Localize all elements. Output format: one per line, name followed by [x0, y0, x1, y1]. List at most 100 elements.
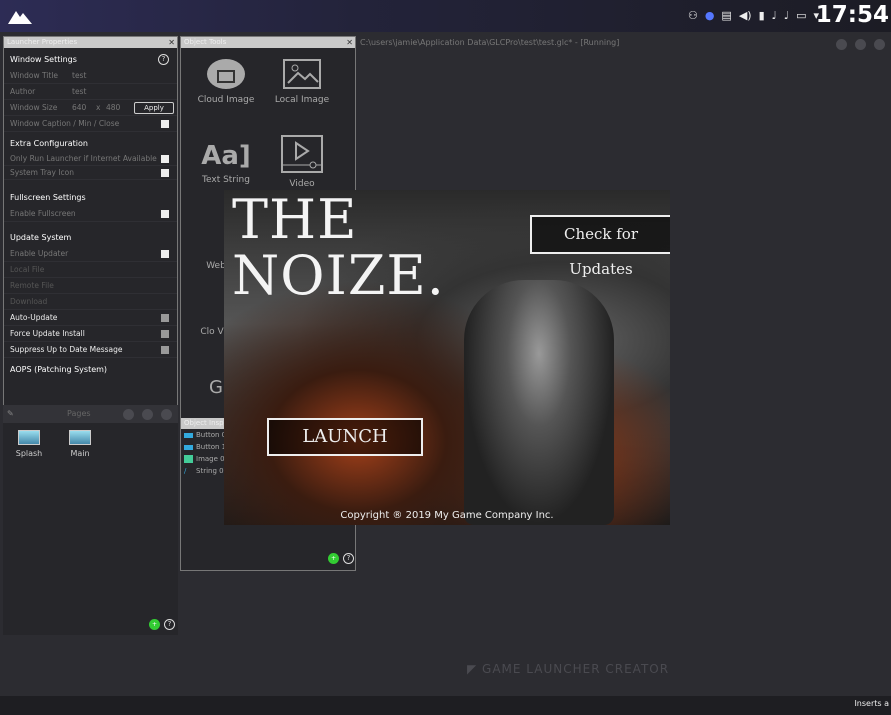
page-action-button[interactable] [161, 409, 172, 420]
local-file-field[interactable]: Local File [4, 262, 177, 278]
clock[interactable]: 17:54 [816, 2, 889, 28]
minimize-button[interactable] [836, 39, 847, 50]
volume-icon[interactable]: ◀) [739, 9, 752, 22]
add-icon[interactable]: + [328, 553, 339, 564]
tool-label: Local Image [274, 95, 330, 105]
download-field[interactable]: Download [4, 294, 177, 310]
item-label: Button 0 [196, 431, 227, 439]
pages-title: Pages [67, 409, 91, 418]
launcher-preview: THE NOIZE. Check for Updates LAUNCH Copyr… [224, 190, 670, 525]
apply-button[interactable]: Apply [134, 102, 174, 114]
tool-label: Cloud Image [197, 95, 255, 105]
add-icon[interactable]: + [149, 619, 160, 630]
auto-update-checkbox[interactable] [161, 314, 169, 322]
mic-icon[interactable]: ♩ [784, 9, 789, 22]
label: Enable Updater [10, 249, 69, 258]
value[interactable]: test [72, 68, 86, 84]
page-action-button[interactable] [142, 409, 153, 420]
label: Suppress Up to Date Message [10, 345, 123, 354]
force-update-checkbox[interactable] [161, 330, 169, 338]
suppress-checkbox[interactable] [161, 346, 169, 354]
label: Auto-Update [10, 313, 58, 322]
updater-checkbox[interactable] [161, 250, 169, 258]
launcher-properties-panel: Launcher Properties ✕ ? Window Settings W… [3, 36, 178, 406]
teams-icon[interactable]: ● [705, 9, 715, 22]
label: Enable Fullscreen [10, 209, 76, 218]
label: Only Run Launcher if Internet Available [10, 154, 157, 163]
tool-text-string[interactable]: Aa] Text String [191, 141, 261, 185]
width-input[interactable]: 640 [72, 100, 86, 116]
label: Local File [10, 265, 45, 274]
page-action-button[interactable] [123, 409, 134, 420]
value[interactable]: test [72, 84, 86, 100]
section-heading: Extra Configuration [10, 139, 88, 148]
cloud-image-icon [207, 59, 245, 89]
monitor-icon [69, 430, 91, 445]
tool-local-image[interactable]: Local Image [267, 59, 337, 105]
string-icon: / [184, 467, 187, 475]
check-updates-button[interactable]: Check for Updates [530, 215, 670, 278]
page-label: Splash [15, 449, 43, 458]
label: Window Size [10, 103, 58, 112]
close-icon[interactable]: ✕ [168, 37, 175, 48]
text-string-icon: Aa] [201, 141, 251, 171]
button-icon [184, 432, 193, 438]
caption-checkbox[interactable] [161, 120, 169, 128]
help-icon[interactable]: ? [343, 553, 354, 564]
tray-row: System Tray Icon [4, 166, 177, 180]
clipboard-icon[interactable]: ▤ [721, 9, 731, 22]
video-icon [281, 135, 323, 173]
image-icon [184, 455, 193, 463]
title-line: NOIZE. [232, 244, 445, 307]
panel-title: Object Tools [184, 38, 227, 46]
section-heading: AOPS (Patching System) [10, 365, 108, 374]
storage-icon[interactable]: ▮ [759, 9, 765, 22]
pin-icon[interactable]: ✎ [7, 405, 14, 423]
tool-video[interactable]: Video [267, 135, 337, 189]
maximize-button[interactable] [855, 39, 866, 50]
local-image-icon [283, 59, 321, 89]
page-item-splash[interactable]: Splash [9, 430, 49, 458]
tool-cloud-image[interactable]: Cloud Image [191, 57, 261, 105]
display-icon[interactable]: ▭ [796, 9, 806, 22]
close-button[interactable] [874, 39, 885, 50]
system-tray: ⚇ ● ▤ ◀) ▮ ♩ ♩ ▭ ▾ [688, 9, 819, 22]
monitor-icon [18, 430, 40, 445]
panel-title-bar[interactable]: Object Tools ✕ [181, 37, 355, 48]
app-logo-icon[interactable] [8, 8, 32, 24]
help-icon[interactable]: ? [164, 619, 175, 630]
launch-button[interactable]: LAUNCH [267, 418, 423, 456]
mic-icon[interactable]: ♩ [772, 9, 777, 22]
force-update-row: Force Update Install [4, 326, 177, 342]
tray-checkbox[interactable] [161, 169, 169, 177]
game-title: THE NOIZE. [232, 192, 445, 304]
height-input[interactable]: 480 [106, 100, 120, 116]
fullscreen-row: Enable Fullscreen [4, 206, 177, 222]
close-icon[interactable]: ✕ [346, 37, 353, 48]
label: Download [10, 297, 48, 306]
label: Force Update Install [10, 329, 85, 338]
status-bar: Inserts a [0, 696, 891, 715]
internet-row: Only Run Launcher if Internet Available [4, 152, 177, 166]
window-title-field[interactable]: Window Title test [4, 68, 177, 84]
label: Window Caption / Min / Close [10, 119, 120, 128]
label: Window Title [10, 71, 59, 80]
copyright-text: Copyright ® 2019 My Game Company Inc. [340, 510, 554, 521]
caption-row: Window Caption / Min / Close [4, 116, 177, 132]
author-field[interactable]: Author test [4, 84, 177, 100]
section-heading: Update System [10, 233, 72, 242]
internet-checkbox[interactable] [161, 155, 169, 163]
brand-text: GAME LAUNCHER CREATOR [482, 662, 670, 676]
pages-header: ✎ Pages [3, 405, 178, 423]
remote-file-field[interactable]: Remote File [4, 278, 177, 294]
help-icon[interactable]: ? [158, 54, 169, 65]
panel-title-bar[interactable]: Launcher Properties ✕ [4, 37, 177, 48]
label: System Tray Icon [10, 168, 75, 177]
page-item-main[interactable]: Main [60, 430, 100, 458]
fullscreen-checkbox[interactable] [161, 210, 169, 218]
button-icon [184, 444, 193, 450]
network-icon[interactable]: ⚇ [688, 9, 698, 22]
brand-logo: ◤ GAME LAUNCHER CREATOR [467, 662, 670, 676]
suppress-row: Suppress Up to Date Message [4, 342, 177, 358]
item-label: String 0 [196, 467, 224, 475]
